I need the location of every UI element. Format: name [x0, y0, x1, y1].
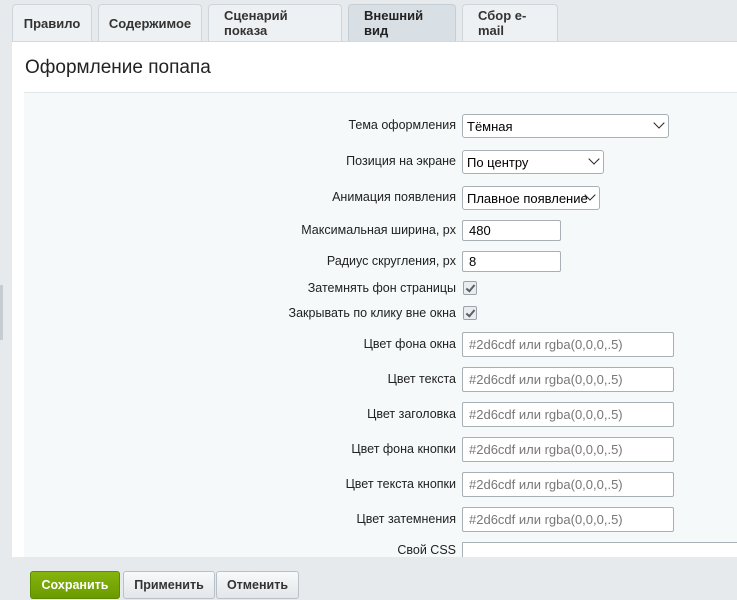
window-bg-color-label: Цвет фона окна — [363, 337, 456, 351]
text-color-input[interactable] — [462, 367, 674, 392]
tab-email-collection[interactable]: Сбор e-mail — [462, 4, 558, 41]
custom-css-label: Свой CSS — [397, 543, 456, 557]
overlay-color-input[interactable] — [462, 507, 674, 532]
apply-button[interactable]: Применить — [123, 571, 215, 599]
tab-bar: Правило Содержимое Сценарий показа Внешн… — [12, 4, 558, 41]
position-label: Позиция на экране — [346, 154, 456, 168]
button-text-color-label: Цвет текста кнопки — [345, 477, 456, 491]
tab-content[interactable]: Содержимое — [98, 4, 202, 41]
theme-label: Тема оформления — [348, 118, 456, 132]
overlay-color-label: Цвет затемнения — [356, 512, 456, 526]
radius-label: Радиус скругления, px — [326, 254, 456, 268]
dim-bg-label: Затемнять фон страницы — [307, 281, 456, 295]
heading-color-input[interactable] — [462, 402, 674, 427]
custom-css-textarea[interactable] — [462, 542, 737, 557]
text-color-label: Цвет текста — [387, 372, 456, 386]
button-bg-color-label: Цвет фона кнопки — [351, 442, 456, 456]
cancel-button[interactable]: Отменить — [216, 571, 299, 599]
scroll-indicator — [0, 285, 3, 340]
tab-appearance[interactable]: Внешний вид — [348, 4, 456, 41]
button-bg-color-input[interactable] — [462, 437, 674, 462]
heading-color-label: Цвет заголовка — [367, 407, 456, 421]
theme-select-wrapper: Тёмная — [462, 114, 669, 138]
button-text-color-input[interactable] — [462, 472, 674, 497]
max-width-input[interactable] — [462, 220, 561, 241]
max-width-label: Максимальная ширина, px — [301, 223, 456, 237]
position-select[interactable]: По центру — [462, 150, 604, 174]
animation-label: Анимация появления — [332, 190, 456, 204]
radius-input[interactable] — [462, 251, 561, 272]
animation-select[interactable]: Плавное появление — [462, 186, 600, 210]
animation-select-wrapper: Плавное появление — [462, 186, 600, 210]
panel-title: Оформление попапа — [25, 57, 211, 78]
checkmark-icon — [465, 282, 476, 293]
dim-bg-checkbox[interactable] — [463, 281, 477, 295]
window-bg-color-input[interactable] — [462, 332, 674, 357]
form-area: Тема оформления Тёмная Позиция на экране… — [24, 92, 737, 557]
close-outside-label: Закрывать по клику вне окна — [288, 306, 456, 320]
settings-panel: Оформление попапа Тема оформления Тёмная… — [12, 41, 737, 557]
position-select-wrapper: По центру — [462, 150, 604, 174]
tab-rule[interactable]: Правило — [12, 4, 92, 41]
tab-display-scenario[interactable]: Сценарий показа — [208, 4, 342, 41]
theme-select[interactable]: Тёмная — [462, 114, 669, 138]
checkmark-icon — [465, 307, 476, 318]
close-outside-checkbox[interactable] — [463, 306, 477, 320]
save-button[interactable]: Сохранить — [30, 571, 120, 599]
action-bar: Сохранить Применить Отменить — [12, 557, 737, 600]
